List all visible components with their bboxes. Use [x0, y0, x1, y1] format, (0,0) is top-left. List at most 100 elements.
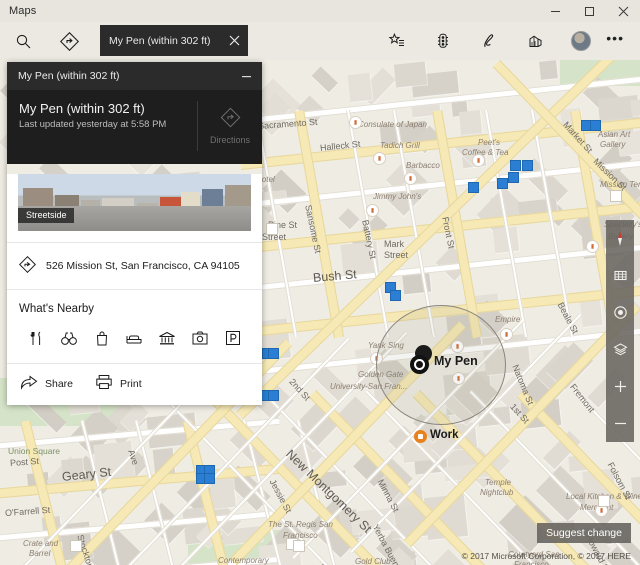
tilt-icon[interactable]: [606, 257, 634, 294]
print-button[interactable]: Print: [95, 374, 142, 393]
zoom-out-icon[interactable]: [606, 405, 634, 442]
map-building: [617, 129, 640, 156]
window-controls: [538, 0, 640, 22]
3d-cities-icon[interactable]: [512, 22, 558, 60]
card-hero-text: My Pen (within 302 ft) Last updated yest…: [19, 101, 193, 151]
work-label: Work: [430, 429, 459, 441]
transit-marker[interactable]: [268, 348, 279, 359]
my-pen-label: My Pen: [434, 354, 478, 368]
search-box[interactable]: My Pen (within 302 ft): [100, 25, 248, 56]
command-bar: •••: [0, 22, 640, 60]
map-poi-pin[interactable]: ▮: [366, 204, 379, 217]
streetside-thumbnail[interactable]: Streetside: [18, 174, 251, 231]
transit-marker[interactable]: [204, 473, 215, 484]
minimize-card-icon[interactable]: [230, 62, 262, 90]
map-building: [630, 97, 640, 116]
ink-icon[interactable]: [466, 22, 512, 60]
museums-icon[interactable]: [154, 326, 180, 350]
app-title: Maps: [0, 5, 36, 17]
map-poi-pin[interactable]: ▮: [586, 240, 599, 253]
whats-nearby-title: What's Nearby: [19, 303, 250, 315]
clear-search-icon[interactable]: [220, 25, 248, 56]
transit-marker[interactable]: [268, 390, 279, 401]
map-icon[interactable]: [598, 495, 610, 507]
address-text: 526 Mission St, San Francisco, CA 94105: [46, 260, 240, 272]
traffic-icon[interactable]: [420, 22, 466, 60]
streetside-label: Streetside: [18, 208, 74, 223]
transit-marker[interactable]: [390, 290, 401, 301]
transit-marker[interactable]: [468, 182, 479, 193]
place-icon: [19, 256, 36, 276]
map-building: [539, 60, 558, 79]
share-icon: [20, 374, 38, 393]
transit-marker[interactable]: [590, 120, 601, 131]
minimize-window-button[interactable]: [538, 0, 572, 22]
photos-icon[interactable]: [187, 326, 213, 350]
print-icon: [95, 374, 113, 393]
map-building: [338, 208, 359, 229]
search-icon[interactable]: [0, 22, 46, 60]
command-bar-tools: •••: [374, 22, 640, 60]
map-poi-pin[interactable]: ▮: [500, 328, 513, 341]
map-building: [348, 73, 373, 103]
directions-icon: [220, 107, 241, 130]
map-controls: [606, 220, 634, 442]
place-info-card: My Pen (within 302 ft) My Pen (within 30…: [7, 62, 262, 405]
map-road: [240, 242, 640, 293]
street-label: Mark: [384, 239, 404, 249]
hotels-icon[interactable]: [121, 326, 147, 350]
map-building: [459, 110, 482, 135]
attractions-icon[interactable]: [56, 326, 82, 350]
map-icon[interactable]: [266, 223, 278, 235]
compass-icon[interactable]: [606, 220, 634, 257]
card-header: My Pen (within 302 ft): [7, 62, 262, 90]
map-copyright: © 2017 Microsoft Corporation, © 2017 HER…: [462, 551, 631, 561]
title-bar: Maps: [0, 0, 640, 22]
transit-marker[interactable]: [522, 160, 533, 171]
shopping-icon[interactable]: [89, 326, 115, 350]
directions-icon[interactable]: [46, 22, 92, 60]
map-poi-pin[interactable]: ▮: [472, 154, 485, 167]
map-icon[interactable]: [293, 540, 305, 552]
card-body: Streetside 526 Mission St, San Francisco…: [7, 174, 262, 405]
map-layers-icon[interactable]: [606, 331, 634, 368]
transit-marker[interactable]: [497, 178, 508, 189]
restaurants-icon[interactable]: [23, 326, 49, 350]
maximize-window-button[interactable]: [572, 0, 606, 22]
whats-nearby-icons: [19, 324, 250, 363]
transit-marker[interactable]: [508, 172, 519, 183]
search-input[interactable]: My Pen (within 302 ft): [100, 35, 220, 47]
map-poi-pin[interactable]: ▮: [404, 172, 417, 185]
favorites-icon[interactable]: [374, 22, 420, 60]
whats-nearby-section: What's Nearby: [7, 290, 262, 363]
card-header-title: My Pen (within 302 ft): [18, 70, 120, 82]
map-building: [61, 458, 84, 478]
transit-marker[interactable]: [510, 160, 521, 171]
suggest-change-button[interactable]: Suggest change: [537, 523, 631, 543]
map-poi-pin[interactable]: ▮: [373, 152, 386, 165]
card-actions: Share Print: [7, 364, 262, 405]
directions-label: Directions: [210, 135, 250, 145]
address-row[interactable]: 526 Mission St, San Francisco, CA 94105: [7, 243, 262, 289]
zoom-in-icon[interactable]: [606, 368, 634, 405]
map-building: [631, 474, 640, 498]
map-icon[interactable]: [70, 540, 82, 552]
parking-icon[interactable]: [220, 326, 246, 350]
place-title: My Pen (within 302 ft): [19, 101, 187, 116]
close-window-button[interactable]: [606, 0, 640, 22]
place-subtitle: Last updated yesterday at 5:58 PM: [19, 119, 187, 130]
map-icon[interactable]: [610, 190, 622, 202]
work-marker[interactable]: [414, 430, 427, 443]
share-button[interactable]: Share: [20, 374, 73, 393]
map-building: [312, 66, 338, 92]
my-location-icon[interactable]: [606, 294, 634, 331]
print-label: Print: [120, 378, 142, 390]
avatar[interactable]: [571, 31, 591, 51]
share-label: Share: [45, 378, 73, 390]
more-options-icon[interactable]: •••: [604, 30, 636, 52]
map-poi-pin[interactable]: ▮: [349, 116, 362, 129]
card-hero: My Pen (within 302 ft) Last updated yest…: [7, 90, 262, 164]
directions-button[interactable]: Directions: [198, 101, 262, 151]
map-building: [394, 62, 428, 88]
map-road: [294, 110, 344, 338]
